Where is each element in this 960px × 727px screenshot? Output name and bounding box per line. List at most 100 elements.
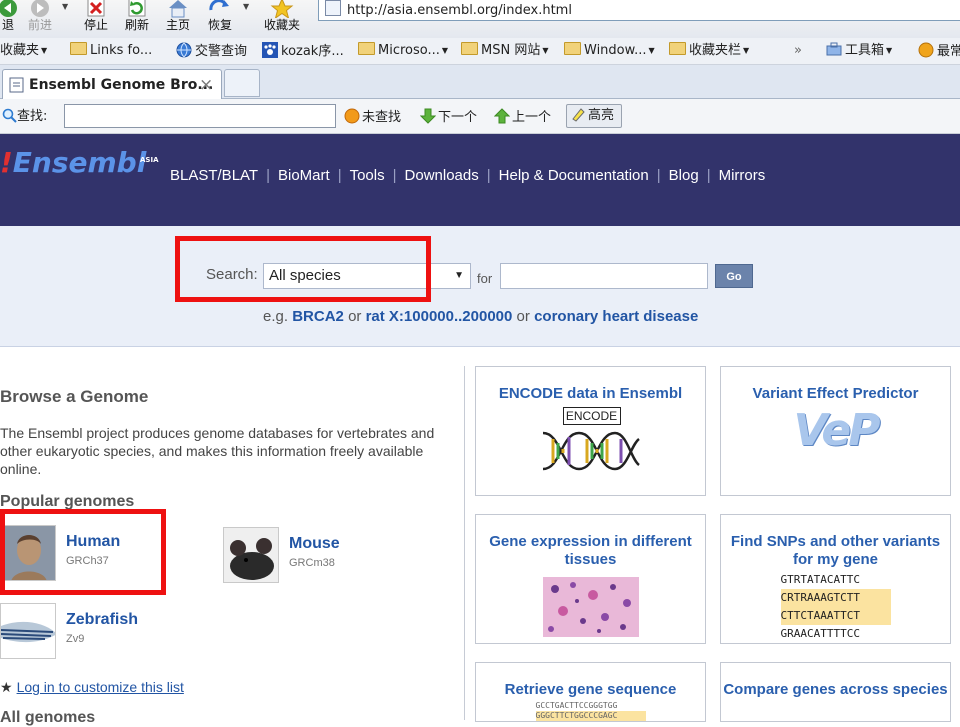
chevron-down-icon: ▼ bbox=[542, 46, 549, 55]
genome-name[interactable]: Mouse bbox=[289, 535, 340, 553]
all-genomes-heading: All genomes bbox=[0, 709, 96, 726]
toolbox-icon bbox=[826, 42, 842, 56]
home-button[interactable]: 主页 bbox=[156, 0, 200, 38]
folder-icon bbox=[358, 42, 375, 55]
address-bar[interactable]: http://asia.ensembl.org/index.html bbox=[318, 0, 960, 21]
favorite-microsoft[interactable]: Microso... ▼ bbox=[358, 42, 448, 60]
search-input[interactable] bbox=[500, 263, 708, 289]
intro-text: The Ensembl project produces genome data… bbox=[0, 425, 435, 477]
genome-assembly: Zv9 bbox=[66, 633, 85, 645]
encode-label: ENCODE bbox=[562, 407, 621, 425]
forward-icon bbox=[31, 0, 49, 17]
find-status-icon bbox=[344, 108, 360, 124]
favorite-msn[interactable]: MSN 网站 ▼ bbox=[461, 42, 548, 60]
favorites-menu[interactable]: 收藏夹 ▼ bbox=[0, 42, 47, 60]
chevron-down-icon: ▼ bbox=[886, 46, 893, 55]
find-prev-button[interactable]: 上一个 bbox=[493, 108, 551, 126]
favorite-traffic-query[interactable]: 交警查询 bbox=[176, 42, 247, 60]
site-header: !Ensembl ASIA BLAST/BLAT | BioMart | Tools | D… bbox=[0, 134, 960, 226]
dna-helix-icon bbox=[542, 431, 640, 471]
card-title: Retrieve gene sequence bbox=[504, 681, 677, 698]
magnifier-icon bbox=[2, 108, 17, 123]
tissue-image bbox=[542, 577, 639, 637]
chevron-down-icon: ▼ bbox=[454, 270, 464, 281]
home-icon bbox=[169, 0, 187, 18]
favorite-kozak[interactable]: kozak序... bbox=[262, 42, 344, 60]
card-compare-genes[interactable]: Compare genes across species bbox=[720, 662, 951, 722]
card-gene-expression[interactable]: Gene expression in different tissues bbox=[475, 514, 706, 644]
go-button[interactable]: Go bbox=[715, 264, 753, 288]
tab-close-icon[interactable]: × bbox=[199, 70, 213, 100]
restore-button[interactable]: 恢复 bbox=[198, 0, 242, 38]
find-label-group: 查找: bbox=[2, 108, 47, 125]
card-title: Gene expression in different tissues bbox=[489, 533, 692, 568]
find-status[interactable]: 未查找 bbox=[344, 108, 401, 126]
card-vep[interactable]: Variant Effect Predictor VeP bbox=[720, 366, 951, 496]
card-find-snps[interactable]: Find SNPs and other variants for my gene… bbox=[720, 514, 951, 644]
refresh-button[interactable]: 刷新 bbox=[115, 0, 159, 38]
back-icon bbox=[0, 0, 17, 17]
card-title: ENCODE data in Ensembl bbox=[498, 385, 683, 402]
nav-help[interactable]: Help & Documentation bbox=[499, 167, 649, 184]
find-bar: 查找: 未查找 下一个 上一个 高亮 bbox=[0, 99, 960, 134]
restore-icon bbox=[209, 0, 229, 11]
favorites-bar: 收藏夹 ▼ Links fo... 交警查询 kozak序... Microso.… bbox=[0, 38, 960, 65]
card-title: Variant Effect Predictor bbox=[752, 385, 919, 402]
browse-genome-panel: Browse a Genome The Ensembl project prod… bbox=[0, 347, 462, 726]
chevron-down-icon: ▼ bbox=[648, 46, 655, 55]
card-title: Find SNPs and other variants for my gene bbox=[730, 533, 941, 568]
address-url: http://asia.ensembl.org/index.html bbox=[347, 3, 572, 18]
ensembl-logo[interactable]: !Ensembl bbox=[0, 146, 146, 179]
favorite-favorites-bar[interactable]: 收藏夹栏 ▼ bbox=[669, 42, 749, 60]
nav-blog[interactable]: Blog bbox=[669, 167, 699, 184]
example-rat-region[interactable]: rat X:100000..200000 bbox=[366, 308, 513, 325]
sequence-line: CTTCTAAATTCT bbox=[780, 607, 891, 625]
login-customize-link[interactable]: ★ Log in to customize this list bbox=[0, 679, 184, 696]
main-nav: BLAST/BLAT | BioMart | Tools | Downloads | Help … bbox=[170, 167, 766, 184]
mouse-thumbnail[interactable] bbox=[223, 527, 279, 583]
overflow-chevron-icon[interactable]: » bbox=[794, 42, 802, 60]
nav-biomart[interactable]: BioMart bbox=[278, 167, 330, 184]
globe-icon bbox=[176, 42, 192, 58]
card-encode[interactable]: ENCODE data in Ensembl ENCODE bbox=[475, 366, 706, 496]
for-label: for bbox=[477, 271, 493, 286]
favorite-most-visited[interactable]: 最常 bbox=[918, 42, 960, 60]
genome-name[interactable]: Zebrafish bbox=[66, 611, 138, 629]
sequence-line: GCCTGACTTCCGGGTGG bbox=[535, 701, 618, 710]
zebrafish-thumbnail[interactable] bbox=[0, 603, 56, 659]
new-tab-button[interactable] bbox=[224, 69, 260, 97]
stop-button[interactable]: 停止 bbox=[74, 0, 118, 38]
tab-ensembl[interactable]: Ensembl Genome Bro... × bbox=[2, 69, 222, 99]
folder-icon bbox=[669, 42, 686, 55]
restore-dropdown-icon[interactable]: ▼ bbox=[243, 2, 249, 11]
forward-dropdown-icon[interactable]: ▼ bbox=[62, 2, 68, 11]
favorites-button[interactable]: 收藏夹 bbox=[258, 0, 306, 38]
refresh-icon bbox=[128, 0, 146, 17]
highlight-button[interactable]: 高亮 bbox=[566, 104, 622, 128]
forward-button[interactable]: 前进 bbox=[18, 0, 62, 38]
nav-downloads[interactable]: Downloads bbox=[405, 167, 479, 184]
find-next-button[interactable]: 下一个 bbox=[419, 108, 477, 126]
logo-region-label: ASIA bbox=[140, 156, 159, 164]
toolbox-menu[interactable]: 工具箱 ▼ bbox=[826, 42, 892, 60]
sequence-image: GCCTGACTTCCGGGTGG GGGCTTCTGGCCCGAGC bbox=[535, 701, 646, 721]
example-brca2[interactable]: BRCA2 bbox=[292, 308, 344, 325]
find-input[interactable] bbox=[64, 104, 336, 128]
column-divider bbox=[464, 366, 465, 720]
nav-mirrors[interactable]: Mirrors bbox=[719, 167, 766, 184]
favorite-links[interactable]: Links fo... bbox=[70, 42, 152, 60]
chevron-down-icon: ▼ bbox=[41, 46, 48, 55]
card-title: Compare genes across species bbox=[723, 681, 948, 698]
nav-tools[interactable]: Tools bbox=[350, 167, 385, 184]
nav-blast[interactable]: BLAST/BLAT bbox=[170, 167, 258, 184]
example-coronary[interactable]: coronary heart disease bbox=[534, 308, 698, 325]
stop-icon bbox=[87, 0, 105, 17]
card-retrieve-sequence[interactable]: Retrieve gene sequence GCCTGACTTCCGGGTGG… bbox=[475, 662, 706, 722]
zebrafish-icon bbox=[1, 604, 55, 658]
favorite-windows[interactable]: Window... ▼ bbox=[564, 42, 655, 60]
folder-icon bbox=[461, 42, 478, 55]
sequence-line: GTRTATACATTC bbox=[780, 573, 860, 586]
tab-title: Ensembl Genome Bro... bbox=[29, 77, 214, 93]
tab-strip: Ensembl Genome Bro... × bbox=[0, 65, 960, 99]
page-icon bbox=[325, 0, 341, 16]
